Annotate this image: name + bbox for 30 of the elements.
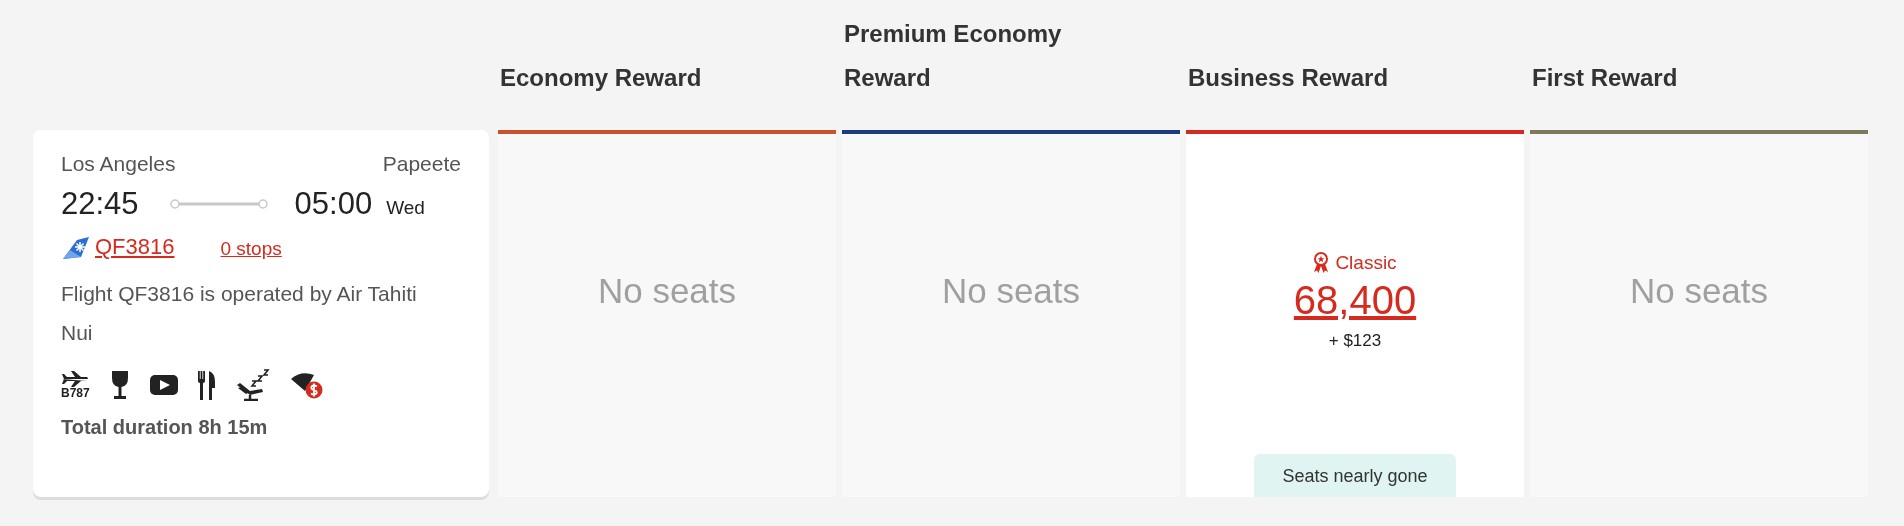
- stops-link[interactable]: 0 stops: [220, 238, 282, 260]
- column-header: Business Reward: [1188, 63, 1390, 93]
- aircraft-type: B787: [61, 387, 90, 399]
- flight-number-link[interactable]: QF3816: [95, 234, 175, 260]
- no-seats-text: No seats: [941, 270, 1081, 311]
- paid-wifi-icon: [289, 370, 324, 400]
- departure-time: 22:45: [61, 186, 139, 222]
- no-seats-text: No seats: [597, 270, 737, 311]
- total-duration: Total duration 8h 15m: [61, 416, 269, 439]
- column-header: Economy Reward: [500, 63, 703, 93]
- cash-price: + $123: [1328, 331, 1382, 351]
- airplane-icon: [61, 371, 90, 387]
- operator-note: Flight QF3816 is operated by Air Tahiti Nui: [61, 281, 418, 346]
- no-seats-text: No seats: [1629, 270, 1769, 311]
- destination-city: Papeete: [382, 152, 461, 176]
- arrival-time: 05:00: [294, 186, 373, 222]
- points-price-link[interactable]: 68,400: [1293, 278, 1417, 323]
- arrival-day: Wed: [386, 197, 425, 219]
- play-icon: [149, 375, 178, 395]
- fare-type-label: Classic: [1335, 252, 1397, 274]
- reclining-seat-icon: [235, 369, 270, 401]
- origin-city: Los Angeles: [61, 152, 176, 176]
- airline-tail-icon: [61, 236, 89, 260]
- award-ribbon-icon: [1313, 252, 1330, 274]
- wine-glass-icon: [109, 370, 130, 400]
- availability-badge: Seats nearly gone: [1254, 454, 1456, 497]
- column-header: Premium Economy Reward: [844, 19, 1063, 93]
- column-header: First Reward: [1532, 63, 1679, 93]
- route-line-icon: [168, 197, 269, 211]
- cutlery-icon: [197, 370, 216, 400]
